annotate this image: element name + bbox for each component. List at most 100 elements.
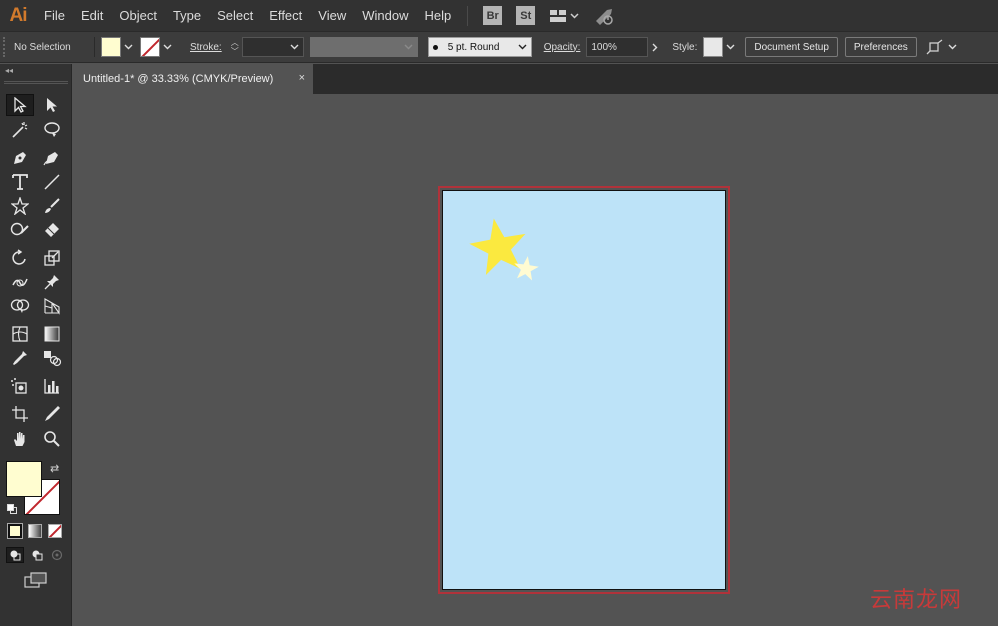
stock-button[interactable]: St: [516, 6, 536, 25]
paintbrush-icon: [45, 198, 60, 213]
stroke-weight-field[interactable]: [241, 37, 304, 57]
artboard[interactable]: [442, 190, 726, 590]
knife-icon: [45, 406, 60, 421]
close-icon[interactable]: ×: [299, 72, 305, 84]
variable-width-profile[interactable]: [309, 37, 418, 57]
isolate-mode-button[interactable]: [926, 39, 957, 55]
gradient-tool[interactable]: [38, 323, 66, 345]
chevron-down-icon: [726, 44, 735, 50]
divider: [94, 37, 95, 57]
menu-object[interactable]: Object: [111, 0, 165, 31]
line-segment-tool[interactable]: [38, 171, 66, 193]
paintbrush-tool[interactable]: [38, 195, 66, 217]
blend-tool[interactable]: [38, 347, 66, 369]
rotate-tool[interactable]: [6, 247, 34, 269]
menu-type[interactable]: Type: [165, 0, 209, 31]
pen-nib-icon: [14, 152, 26, 164]
chevron-down-icon: [404, 44, 413, 50]
opacity-field[interactable]: 100%: [586, 37, 649, 57]
type-tool[interactable]: [6, 171, 34, 193]
graphic-style-swatch[interactable]: [703, 37, 724, 57]
eraser-icon: [45, 223, 59, 237]
magnifier-icon: [44, 431, 60, 447]
stroke-color-swatch[interactable]: [140, 37, 160, 57]
star-tool[interactable]: [6, 195, 34, 217]
fill-swatch[interactable]: [6, 461, 42, 497]
artboard-tool[interactable]: [6, 403, 34, 425]
selection-tool[interactable]: [6, 94, 34, 116]
shape-builder-icon: [10, 299, 30, 313]
opacity-label[interactable]: Opacity:: [538, 42, 587, 53]
document-tab[interactable]: Untitled-1* @ 33.33% (CMYK/Preview) ×: [73, 64, 313, 94]
shaper-tool[interactable]: [6, 219, 34, 241]
small-star[interactable]: [512, 254, 540, 281]
chevron-right-icon: [652, 43, 658, 51]
pen-tool[interactable]: [6, 147, 34, 169]
shape-builder-tool[interactable]: [6, 295, 34, 317]
stroke-weight-stepper[interactable]: ︿ ﹀: [228, 37, 242, 57]
menu-help[interactable]: Help: [416, 0, 459, 31]
direct-arrow-icon: [47, 98, 57, 112]
shaper-icon: [10, 222, 29, 236]
eraser-tool[interactable]: [38, 219, 66, 241]
none-mode-button[interactable]: [48, 524, 62, 538]
bar-graph-icon: [44, 379, 59, 394]
gpu-performance-button[interactable]: [593, 7, 615, 25]
style-label: Style:: [672, 41, 698, 53]
menu-effect[interactable]: Effect: [261, 0, 310, 31]
document-setup-button[interactable]: Document Setup: [745, 37, 838, 57]
menu-view[interactable]: View: [310, 0, 354, 31]
collapse-panel-icon[interactable]: ◂◂: [0, 64, 71, 77]
stroke-dropdown[interactable]: [160, 37, 174, 57]
draw-inside-button[interactable]: [48, 547, 66, 563]
stroke-label[interactable]: Stroke:: [184, 42, 228, 53]
symbol-sprayer-tool[interactable]: [6, 375, 34, 397]
selection-status: No Selection: [14, 41, 71, 53]
preferences-button[interactable]: Preferences: [844, 37, 917, 57]
draw-behind-icon: [32, 550, 43, 561]
magic-wand-icon: [12, 122, 28, 138]
artwork: [469, 218, 540, 281]
hand-tool[interactable]: [6, 428, 34, 450]
puppet-warp-tool[interactable]: [38, 271, 66, 293]
perspective-grid-tool[interactable]: [38, 295, 66, 317]
menu-file[interactable]: File: [36, 0, 73, 31]
curvature-tool[interactable]: [38, 147, 66, 169]
direct-selection-tool[interactable]: [38, 94, 66, 116]
watermark-text: 云南龙网: [869, 588, 962, 613]
document-tab-title: Untitled-1* @ 33.33% (CMYK/Preview): [83, 73, 274, 85]
swap-fill-stroke-icon[interactable]: ⇄: [50, 462, 59, 475]
arrange-documents-button[interactable]: [549, 9, 579, 23]
pushpin-icon: [44, 275, 59, 290]
menu-select[interactable]: Select: [209, 0, 261, 31]
menu-window[interactable]: Window: [354, 0, 416, 31]
fill-dropdown[interactable]: [121, 37, 135, 57]
default-fill-stroke-icon[interactable]: [7, 504, 17, 514]
brush-definition[interactable]: 5 pt. Round: [427, 37, 532, 57]
zoom-tool[interactable]: [38, 428, 66, 450]
gradient-mode-button[interactable]: [28, 524, 42, 538]
color-mode-button[interactable]: [7, 523, 23, 539]
warp-tool[interactable]: [6, 271, 34, 293]
fill-color-swatch[interactable]: [101, 37, 121, 57]
lasso-tool[interactable]: [38, 119, 66, 141]
mesh-tool[interactable]: [6, 323, 34, 345]
column-graph-tool[interactable]: [38, 375, 66, 397]
panel-grip[interactable]: [4, 81, 68, 84]
opacity-expand[interactable]: [648, 37, 662, 57]
canvas-area[interactable]: 云南龙网: [73, 94, 998, 626]
change-screen-mode-button[interactable]: [24, 572, 48, 593]
style-dropdown[interactable]: [723, 37, 737, 57]
menu-bar: Ai File Edit Object Type Select Effect V…: [0, 0, 998, 31]
slice-tool[interactable]: [38, 403, 66, 425]
bridge-button[interactable]: Br: [483, 6, 503, 25]
draw-behind-button[interactable]: [28, 547, 46, 563]
menu-edit[interactable]: Edit: [73, 0, 111, 31]
chevron-down-icon: [290, 44, 299, 50]
control-bar-grip[interactable]: [3, 37, 12, 57]
magic-wand-tool[interactable]: [6, 119, 34, 141]
draw-normal-button[interactable]: [6, 547, 24, 563]
scale-tool[interactable]: [38, 247, 66, 269]
eyedropper-tool[interactable]: [6, 347, 34, 369]
chevron-up-icon: ︿: [230, 38, 239, 47]
